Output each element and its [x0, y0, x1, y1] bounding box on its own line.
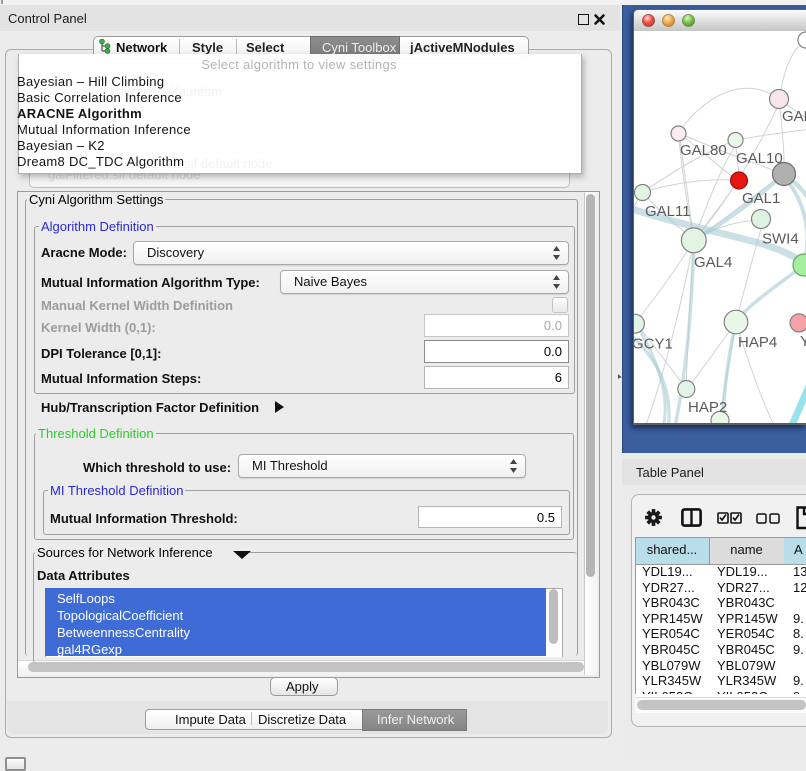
svg-text:GAL1: GAL1 [742, 190, 780, 207]
svg-text:SWI4: SWI4 [762, 231, 799, 248]
svg-text:GAL4: GAL4 [694, 254, 732, 271]
svg-text:GCY1: GCY1 [634, 336, 673, 353]
svg-text:GAL: GAL [782, 108, 806, 125]
svg-text:GAL80: GAL80 [680, 142, 727, 159]
svg-text:HAP2: HAP2 [688, 399, 727, 416]
svg-text:GAL11: GAL11 [645, 203, 691, 220]
svg-text:Y: Y [800, 333, 806, 350]
svg-text:HAP4: HAP4 [738, 334, 777, 351]
svg-text:GAL10: GAL10 [736, 150, 783, 167]
